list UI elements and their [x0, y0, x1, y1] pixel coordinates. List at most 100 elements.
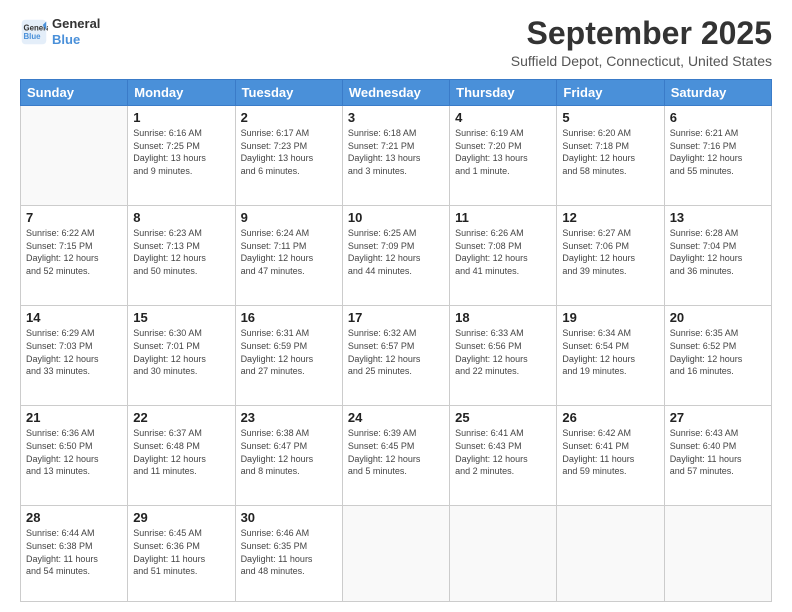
calendar-week-2: 7 Sunrise: 6:22 AM Sunset: 7:15 PM Daylig… [21, 206, 772, 306]
day-info: Sunrise: 6:39 AM Sunset: 6:45 PM Dayligh… [348, 427, 444, 477]
day-number: 28 [26, 510, 122, 525]
calendar-cell [664, 506, 771, 602]
day-info: Sunrise: 6:37 AM Sunset: 6:48 PM Dayligh… [133, 427, 229, 477]
calendar-cell: 28 Sunrise: 6:44 AM Sunset: 6:38 PM Dayli… [21, 506, 128, 602]
calendar-cell: 22 Sunrise: 6:37 AM Sunset: 6:48 PM Dayli… [128, 406, 235, 506]
title-block: September 2025 Suffield Depot, Connectic… [511, 16, 772, 69]
day-number: 19 [562, 310, 658, 325]
day-info: Sunrise: 6:33 AM Sunset: 6:56 PM Dayligh… [455, 327, 551, 377]
day-info: Sunrise: 6:28 AM Sunset: 7:04 PM Dayligh… [670, 227, 766, 277]
day-info: Sunrise: 6:43 AM Sunset: 6:40 PM Dayligh… [670, 427, 766, 477]
calendar-cell: 19 Sunrise: 6:34 AM Sunset: 6:54 PM Dayli… [557, 306, 664, 406]
calendar-header-row: SundayMondayTuesdayWednesdayThursdayFrid… [21, 80, 772, 106]
page: General Blue General Blue September 2025… [0, 0, 792, 612]
logo-text-blue: Blue [52, 32, 100, 48]
calendar-cell [557, 506, 664, 602]
calendar-cell: 27Sunrise: 6:43 AM Sunset: 6:40 PM Dayli… [664, 406, 771, 506]
day-info: Sunrise: 6:34 AM Sunset: 6:54 PM Dayligh… [562, 327, 658, 377]
day-info: Sunrise: 6:35 AM Sunset: 6:52 PM Dayligh… [670, 327, 766, 377]
calendar-cell: 4 Sunrise: 6:19 AM Sunset: 7:20 PM Daylig… [450, 106, 557, 206]
logo: General Blue General Blue [20, 16, 100, 47]
calendar-cell: 2 Sunrise: 6:17 AM Sunset: 7:23 PM Daylig… [235, 106, 342, 206]
header: General Blue General Blue September 2025… [20, 16, 772, 69]
calendar-cell: 17Sunrise: 6:32 AM Sunset: 6:57 PM Dayli… [342, 306, 449, 406]
calendar-cell: 24Sunrise: 6:39 AM Sunset: 6:45 PM Dayli… [342, 406, 449, 506]
calendar-cell: 10 Sunrise: 6:25 AM Sunset: 7:09 PM Dayli… [342, 206, 449, 306]
calendar-header-monday: Monday [128, 80, 235, 106]
calendar-cell: 1 Sunrise: 6:16 AM Sunset: 7:25 PM Daylig… [128, 106, 235, 206]
day-info: Sunrise: 6:27 AM Sunset: 7:06 PM Dayligh… [562, 227, 658, 277]
calendar-cell: 16Sunrise: 6:31 AM Sunset: 6:59 PM Dayli… [235, 306, 342, 406]
calendar-cell: 18 Sunrise: 6:33 AM Sunset: 6:56 PM Dayli… [450, 306, 557, 406]
calendar-cell: 9Sunrise: 6:24 AM Sunset: 7:11 PM Daylig… [235, 206, 342, 306]
day-number: 15 [133, 310, 229, 325]
calendar-table: SundayMondayTuesdayWednesdayThursdayFrid… [20, 79, 772, 602]
day-info: Sunrise: 6:26 AM Sunset: 7:08 PM Dayligh… [455, 227, 551, 277]
day-number: 18 [455, 310, 551, 325]
calendar-cell: 21Sunrise: 6:36 AM Sunset: 6:50 PM Dayli… [21, 406, 128, 506]
day-info: Sunrise: 6:18 AM Sunset: 7:21 PM Dayligh… [348, 127, 444, 177]
day-info: Sunrise: 6:22 AM Sunset: 7:15 PM Dayligh… [26, 227, 122, 277]
calendar-cell: 3 Sunrise: 6:18 AM Sunset: 7:21 PM Daylig… [342, 106, 449, 206]
calendar-cell [450, 506, 557, 602]
calendar-header-sunday: Sunday [21, 80, 128, 106]
day-info: Sunrise: 6:24 AM Sunset: 7:11 PM Dayligh… [241, 227, 337, 277]
calendar-cell: 26Sunrise: 6:42 AM Sunset: 6:41 PM Dayli… [557, 406, 664, 506]
calendar-week-5: 28 Sunrise: 6:44 AM Sunset: 6:38 PM Dayli… [21, 506, 772, 602]
calendar-header-thursday: Thursday [450, 80, 557, 106]
day-number: 26 [562, 410, 658, 425]
day-info: Sunrise: 6:32 AM Sunset: 6:57 PM Dayligh… [348, 327, 444, 377]
day-number: 12 [562, 210, 658, 225]
calendar-cell: 6 Sunrise: 6:21 AM Sunset: 7:16 PM Daylig… [664, 106, 771, 206]
svg-text:Blue: Blue [24, 32, 42, 41]
day-number: 1 [133, 110, 229, 125]
calendar-header-tuesday: Tuesday [235, 80, 342, 106]
calendar-cell: 7 Sunrise: 6:22 AM Sunset: 7:15 PM Daylig… [21, 206, 128, 306]
day-info: Sunrise: 6:29 AM Sunset: 7:03 PM Dayligh… [26, 327, 122, 377]
day-info: Sunrise: 6:44 AM Sunset: 6:38 PM Dayligh… [26, 527, 122, 577]
day-number: 5 [562, 110, 658, 125]
day-number: 10 [348, 210, 444, 225]
day-number: 14 [26, 310, 122, 325]
calendar-week-1: 1 Sunrise: 6:16 AM Sunset: 7:25 PM Daylig… [21, 106, 772, 206]
calendar-cell [21, 106, 128, 206]
calendar-cell: 13Sunrise: 6:28 AM Sunset: 7:04 PM Dayli… [664, 206, 771, 306]
day-info: Sunrise: 6:38 AM Sunset: 6:47 PM Dayligh… [241, 427, 337, 477]
day-info: Sunrise: 6:17 AM Sunset: 7:23 PM Dayligh… [241, 127, 337, 177]
day-info: Sunrise: 6:41 AM Sunset: 6:43 PM Dayligh… [455, 427, 551, 477]
day-number: 8 [133, 210, 229, 225]
main-title: September 2025 [511, 16, 772, 51]
day-info: Sunrise: 6:30 AM Sunset: 7:01 PM Dayligh… [133, 327, 229, 377]
calendar-week-4: 21Sunrise: 6:36 AM Sunset: 6:50 PM Dayli… [21, 406, 772, 506]
day-info: Sunrise: 6:36 AM Sunset: 6:50 PM Dayligh… [26, 427, 122, 477]
calendar-header-saturday: Saturday [664, 80, 771, 106]
logo-icon: General Blue [20, 18, 48, 46]
day-info: Sunrise: 6:25 AM Sunset: 7:09 PM Dayligh… [348, 227, 444, 277]
day-info: Sunrise: 6:16 AM Sunset: 7:25 PM Dayligh… [133, 127, 229, 177]
day-info: Sunrise: 6:31 AM Sunset: 6:59 PM Dayligh… [241, 327, 337, 377]
day-info: Sunrise: 6:46 AM Sunset: 6:35 PM Dayligh… [241, 527, 337, 577]
calendar-cell: 14 Sunrise: 6:29 AM Sunset: 7:03 PM Dayli… [21, 306, 128, 406]
day-number: 30 [241, 510, 337, 525]
day-number: 22 [133, 410, 229, 425]
day-number: 29 [133, 510, 229, 525]
calendar-cell: 25 Sunrise: 6:41 AM Sunset: 6:43 PM Dayli… [450, 406, 557, 506]
day-number: 20 [670, 310, 766, 325]
day-number: 11 [455, 210, 551, 225]
calendar-week-3: 14 Sunrise: 6:29 AM Sunset: 7:03 PM Dayli… [21, 306, 772, 406]
day-number: 3 [348, 110, 444, 125]
calendar-cell: 11 Sunrise: 6:26 AM Sunset: 7:08 PM Dayli… [450, 206, 557, 306]
day-info: Sunrise: 6:21 AM Sunset: 7:16 PM Dayligh… [670, 127, 766, 177]
day-info: Sunrise: 6:20 AM Sunset: 7:18 PM Dayligh… [562, 127, 658, 177]
day-info: Sunrise: 6:19 AM Sunset: 7:20 PM Dayligh… [455, 127, 551, 177]
day-info: Sunrise: 6:23 AM Sunset: 7:13 PM Dayligh… [133, 227, 229, 277]
day-number: 7 [26, 210, 122, 225]
day-number: 23 [241, 410, 337, 425]
day-number: 4 [455, 110, 551, 125]
day-number: 2 [241, 110, 337, 125]
logo-text-general: General [52, 16, 100, 32]
day-number: 6 [670, 110, 766, 125]
day-number: 25 [455, 410, 551, 425]
calendar-cell: 8 Sunrise: 6:23 AM Sunset: 7:13 PM Daylig… [128, 206, 235, 306]
calendar-cell: 5 Sunrise: 6:20 AM Sunset: 7:18 PM Daylig… [557, 106, 664, 206]
